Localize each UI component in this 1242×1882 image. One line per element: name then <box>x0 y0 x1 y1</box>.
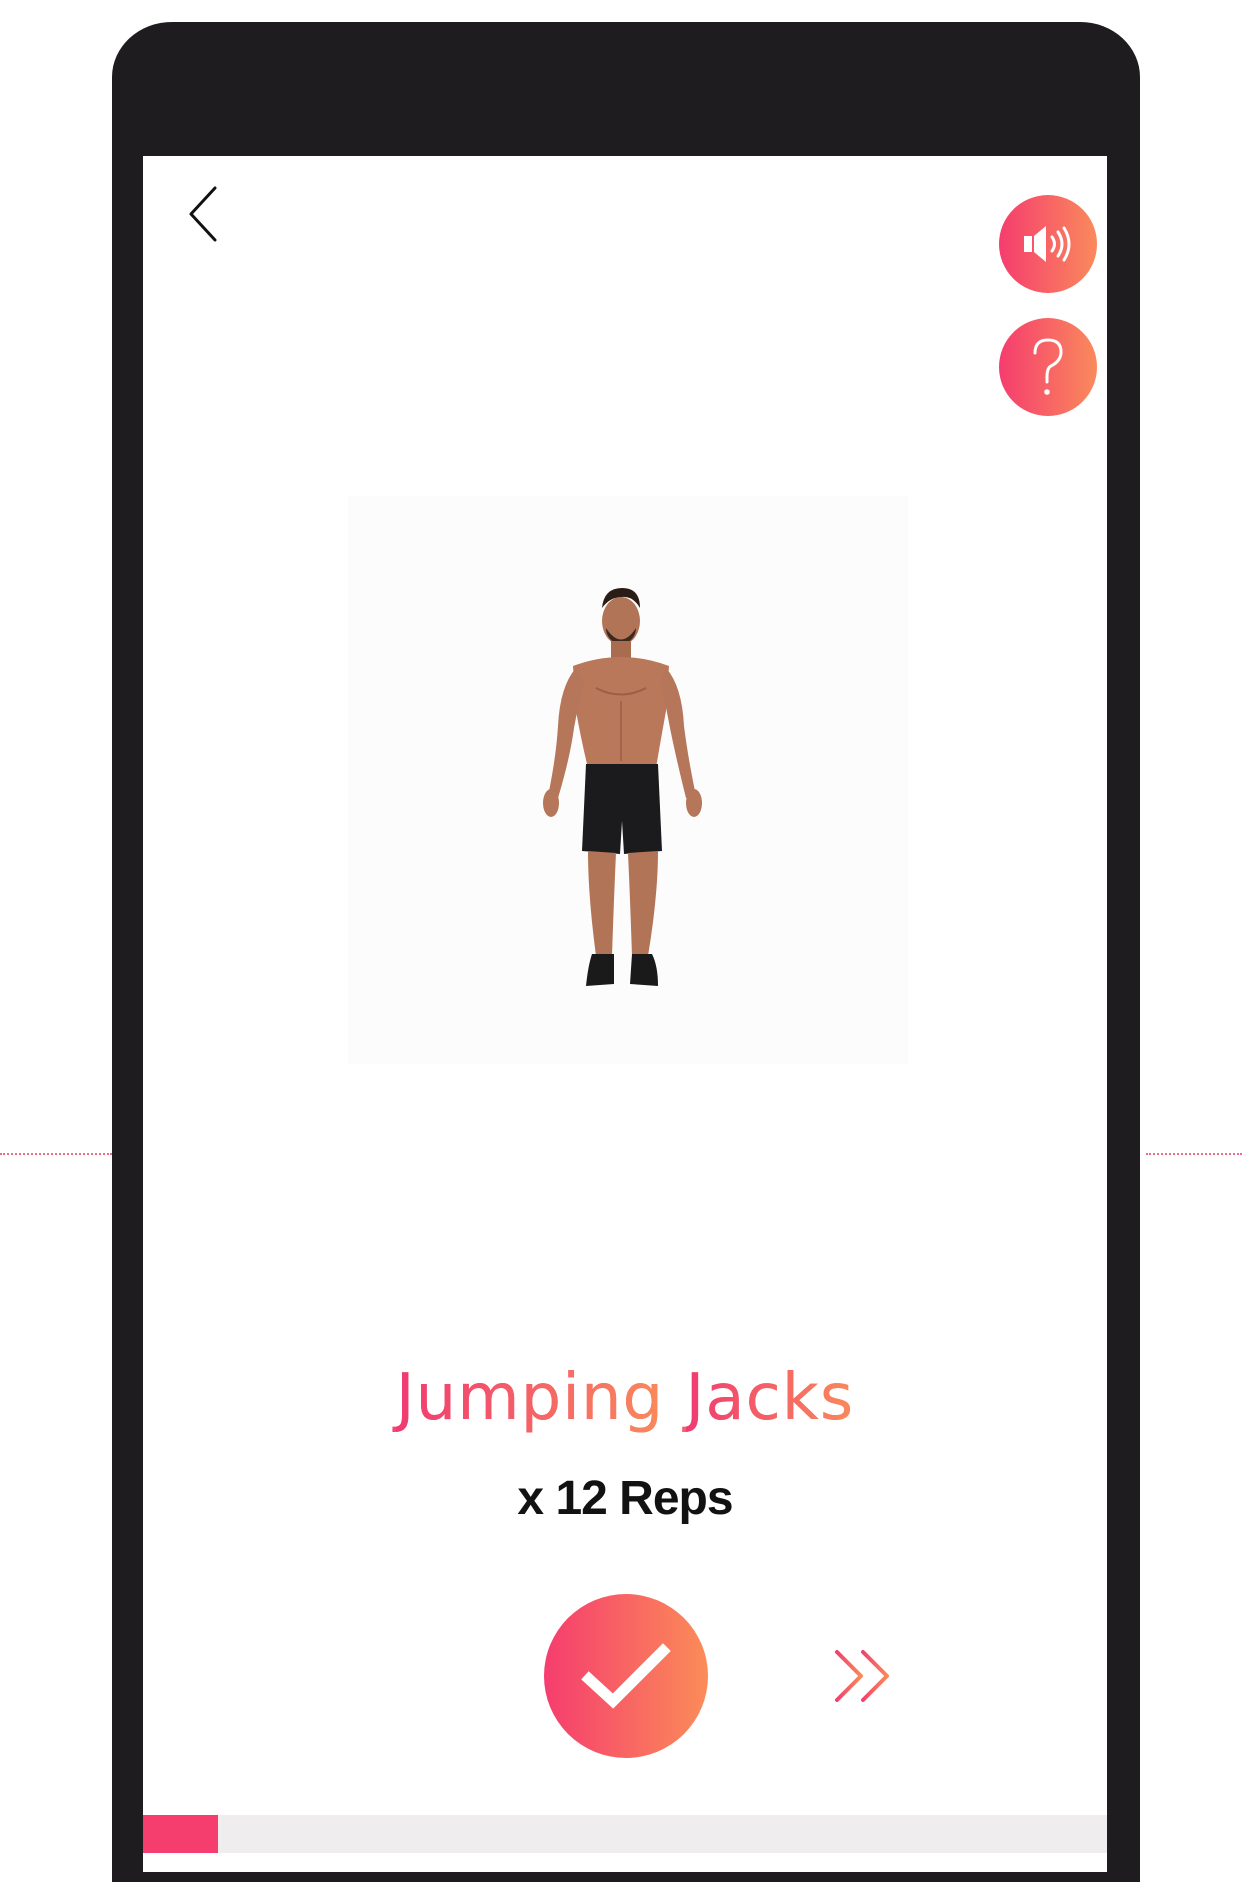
exercise-title-word-1: Jumping <box>395 1361 665 1435</box>
done-button[interactable] <box>544 1594 708 1758</box>
question-mark-icon <box>1033 338 1063 395</box>
page: Jumping Jacks x 12 Reps <box>0 0 1242 1882</box>
reps-count: x 12 Reps <box>517 1472 733 1525</box>
exercise-animation <box>348 496 908 1064</box>
back-button[interactable] <box>179 184 229 244</box>
exercise-title: Jumping Jacks <box>143 1361 1107 1435</box>
help-button[interactable] <box>999 318 1097 416</box>
workout-progress-bar <box>143 1815 1107 1853</box>
double-chevron-right-icon <box>835 1650 889 1702</box>
guide-line-right <box>1146 1153 1242 1155</box>
sound-button[interactable] <box>999 195 1097 293</box>
workout-screen: Jumping Jacks x 12 Reps <box>143 156 1107 1872</box>
skip-button[interactable] <box>831 1646 901 1706</box>
check-icon <box>581 1643 671 1709</box>
exercise-title-word-2: Jacks <box>685 1361 855 1435</box>
athlete-figure <box>543 588 702 986</box>
workout-progress-fill <box>143 1815 219 1853</box>
speaker-icon <box>1024 226 1071 262</box>
guide-line-left <box>0 1153 112 1155</box>
chevron-left-icon <box>189 186 217 242</box>
